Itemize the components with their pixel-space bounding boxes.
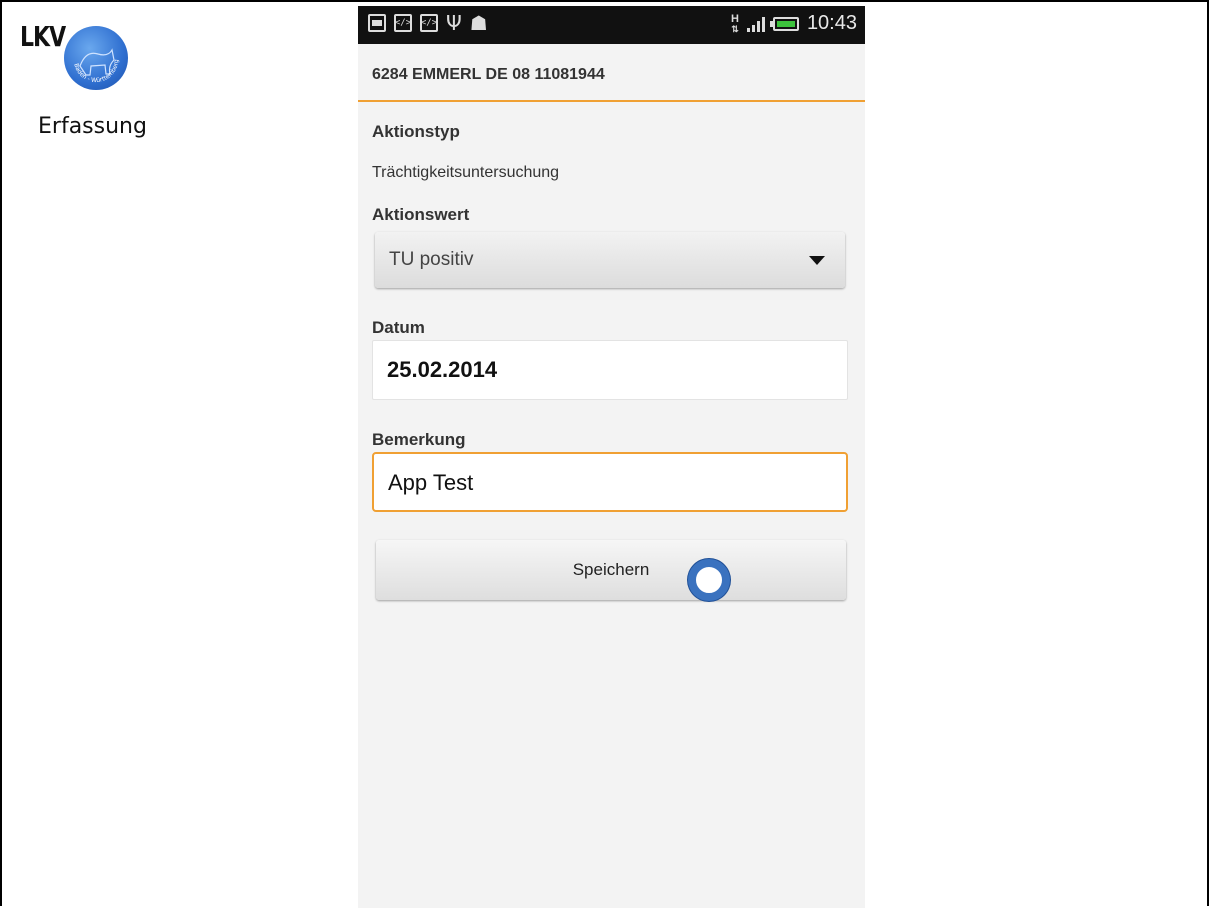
signal-icon (746, 16, 765, 32)
phone-screen: </> </> Ψ ☗ H ⇅ 10:43 6284 EMMERL DE 08 … (358, 6, 865, 908)
touch-indicator-icon (688, 559, 730, 601)
datum-field[interactable]: 25.02.2014 (372, 340, 848, 400)
side-title: Erfassung (38, 114, 147, 139)
action-bar: 6284 EMMERL DE 08 11081944 (358, 44, 865, 102)
datum-label: Datum (372, 318, 425, 337)
code-icon: </> (420, 14, 438, 32)
bemerkung-field[interactable]: App Test (372, 452, 848, 512)
aktionswert-label: Aktionswert (372, 205, 470, 224)
usb-icon: Ψ (446, 11, 462, 35)
save-button[interactable]: Speichern (376, 540, 846, 600)
aktionswert-selected-value: TU positiv (389, 249, 474, 270)
lkv-logo-emblem: Baden - Württemberg (64, 26, 128, 90)
datum-field-value: 25.02.2014 (387, 357, 498, 382)
save-button-label: Speichern (572, 560, 650, 579)
bemerkung-label: Bemerkung (372, 430, 466, 449)
aktionswert-dropdown[interactable]: TU positiv (375, 232, 845, 288)
lkv-logo-text: LKV (20, 22, 66, 54)
bemerkung-field-value: App Test (388, 470, 474, 495)
android-debug-icon: ☗ (469, 11, 488, 35)
status-time: 10:43 (806, 12, 857, 34)
svg-text:Baden - Württemberg: Baden - Württemberg (72, 59, 120, 84)
lkv-logo: Baden - Württemberg LKV (20, 22, 132, 100)
status-bar-notifications: </> </> Ψ ☗ (368, 11, 488, 35)
code-icon: </> (394, 14, 412, 32)
aktionstyp-label: Aktionstyp (372, 122, 460, 141)
battery-icon (769, 16, 799, 31)
status-bar-system: H ⇅ 10:43 (731, 12, 857, 35)
status-bar: </> </> Ψ ☗ H ⇅ 10:43 (358, 6, 865, 44)
aktionstyp-value: Trächtigkeitsuntersuchung (372, 164, 560, 181)
slide: Baden - Württemberg LKV Erfassung </> </… (0, 0, 1209, 908)
chevron-down-icon (809, 256, 825, 265)
network-type-icon: H ⇅ (730, 12, 739, 34)
screen-icon (368, 14, 386, 32)
animal-title: 6284 EMMERL DE 08 11081944 (372, 66, 605, 83)
